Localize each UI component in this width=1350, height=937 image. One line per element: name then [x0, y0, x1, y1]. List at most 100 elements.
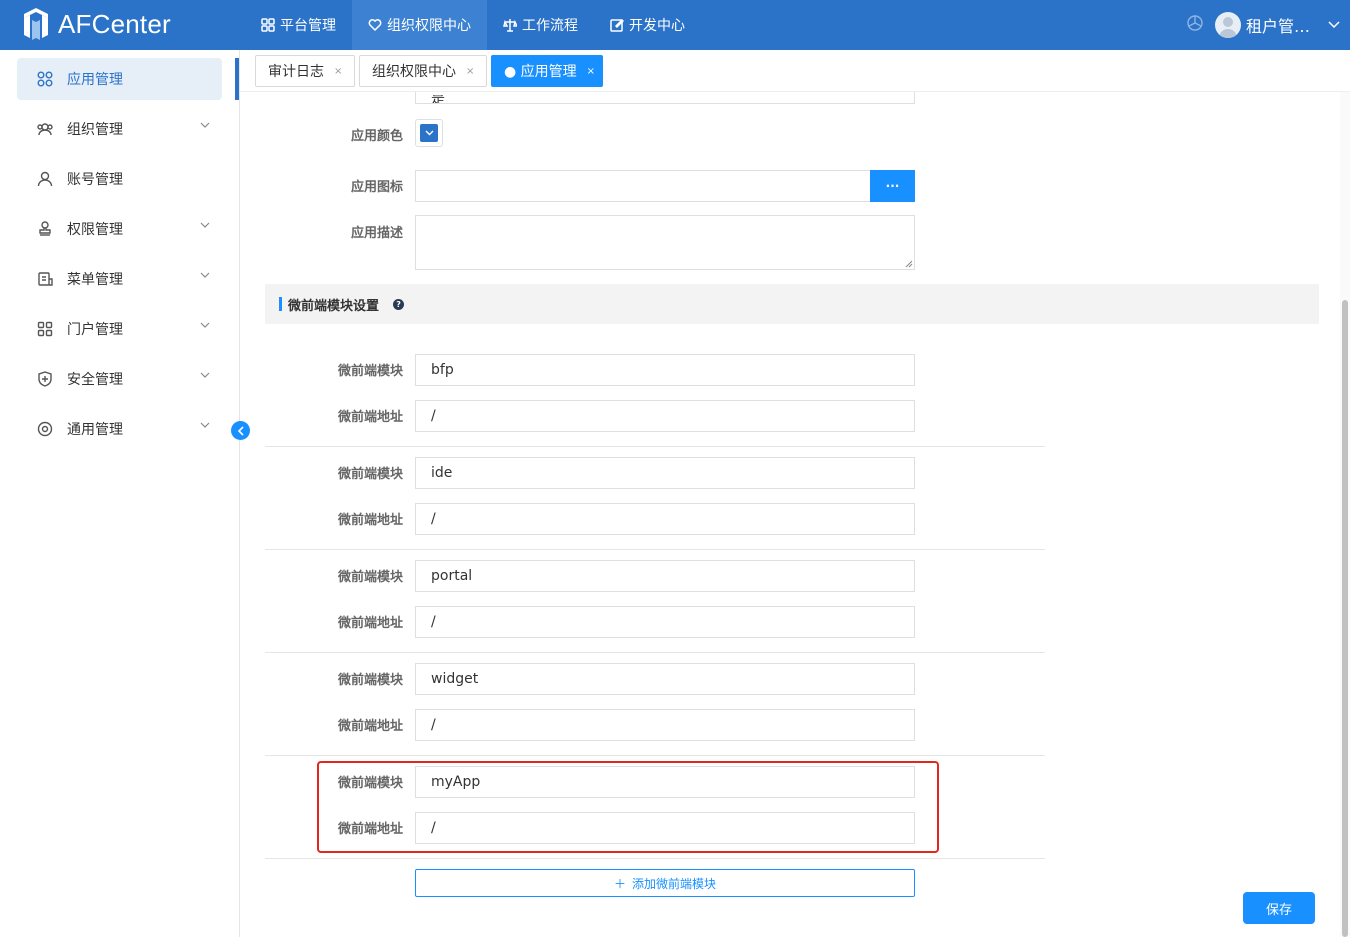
sidebar-item-label: 账号管理 [67, 172, 123, 188]
app-icon-label: 应用图标 [350, 180, 403, 195]
tab-label: 组织权限中心 [372, 64, 456, 80]
address-input[interactable]: / [415, 709, 915, 741]
module-label: 微前端模块 [337, 364, 403, 379]
sidebar-item-account-management[interactable]: 账号管理 [17, 158, 222, 200]
module-input[interactable]: ide [415, 457, 915, 489]
sidebar-item-security-management[interactable]: 安全管理 [17, 358, 222, 400]
address-input[interactable]: / [415, 503, 915, 535]
highlight-box [317, 761, 939, 853]
users-icon [37, 121, 53, 137]
module-value: portal [431, 568, 473, 584]
close-icon[interactable]: × [587, 66, 595, 77]
chevron-down-icon[interactable] [1328, 21, 1340, 29]
top-nav: 平台管理 组织权限中心 工作流程 开发中心 [245, 0, 701, 50]
module-value: bfp [431, 362, 454, 378]
partial-select-value: 是 [431, 95, 445, 103]
sidebar-item-label: 权限管理 [67, 222, 123, 238]
close-icon[interactable]: × [334, 66, 342, 77]
sidebar-item-label: 门户管理 [67, 322, 123, 338]
add-module-button[interactable]: ＋ 添加微前端模块 [415, 869, 915, 897]
chevron-down-icon [200, 222, 210, 228]
nav-label: 开发中心 [629, 18, 685, 34]
sidebar-item-label: 通用管理 [67, 422, 123, 438]
nav-label: 平台管理 [280, 18, 336, 34]
app-title: AFCenter [58, 8, 171, 39]
sidebar-item-org-management[interactable]: 组织管理 [17, 108, 222, 150]
sidebar-item-general-management[interactable]: 通用管理 [17, 408, 222, 450]
color-picker[interactable] [415, 119, 443, 147]
save-button[interactable]: 保存 [1243, 892, 1315, 924]
module-input[interactable]: portal [415, 560, 915, 592]
micro-frontend-section-header: 微前端模块设置 ? [265, 284, 1319, 324]
sidebar-item-label: 应用管理 [67, 72, 123, 88]
chevron-down-icon [200, 372, 210, 378]
edit-icon [610, 18, 624, 32]
address-input[interactable]: / [415, 400, 915, 432]
sidebar-item-label: 安全管理 [67, 372, 123, 388]
sidebar-item-menu-management[interactable]: 菜单管理 [17, 258, 222, 300]
sidebar-item-label: 组织管理 [67, 122, 123, 138]
address-value: / [431, 408, 436, 424]
address-label: 微前端地址 [337, 719, 403, 734]
app-desc-textarea[interactable] [415, 215, 915, 270]
section-accent-bar [279, 297, 282, 311]
openai-icon[interactable] [1185, 13, 1205, 37]
collapse-sidebar-button[interactable] [231, 421, 250, 440]
tab-audit-log[interactable]: 审计日志 × [255, 55, 355, 87]
nav-org-permission[interactable]: 组织权限中心 [352, 0, 487, 50]
afcenter-logo-icon [24, 8, 48, 40]
address-label: 微前端地址 [337, 616, 403, 631]
app-icon-picker-button[interactable]: ··· [870, 170, 915, 202]
chevron-down-icon [425, 130, 433, 136]
chevron-down-icon [200, 422, 210, 428]
apps-icon [37, 71, 53, 87]
chevron-down-icon [200, 322, 210, 328]
module-input[interactable]: bfp [415, 354, 915, 386]
app-desc-label: 应用描述 [350, 226, 403, 241]
module-value: widget [431, 671, 479, 687]
section-title: 微前端模块设置 [288, 298, 380, 314]
chevron-down-icon [200, 272, 210, 278]
user-menu[interactable]: 租户管… [1185, 0, 1340, 50]
address-value: / [431, 614, 436, 630]
sidebar-active-indicator [235, 58, 239, 100]
nav-platform[interactable]: 平台管理 [245, 0, 352, 50]
scrollbar-thumb[interactable] [1342, 300, 1348, 937]
user-icon [37, 171, 53, 187]
sidebar-item-portal-management[interactable]: 门户管理 [17, 308, 222, 350]
close-icon[interactable]: × [466, 66, 474, 77]
logo[interactable]: AFCenter [22, 8, 171, 40]
grid-icon [261, 18, 275, 32]
sidebar-item-app-management[interactable]: 应用管理 [17, 58, 222, 100]
sidebar: 应用管理 组织管理 账号管理 权限管理 菜单管理 门户管理 安全管理 通用管理 [0, 50, 240, 937]
stamp-icon [37, 221, 53, 237]
partial-select[interactable]: 是 [415, 92, 915, 104]
help-icon[interactable]: ? [393, 298, 405, 310]
avatar[interactable] [1214, 12, 1241, 38]
address-value: / [431, 717, 436, 733]
portal-grid-icon [37, 321, 53, 337]
add-module-label: 添加微前端模块 [632, 876, 717, 891]
address-input[interactable]: / [415, 606, 915, 638]
app-icon-input[interactable] [415, 170, 871, 202]
chevron-down-icon [200, 122, 210, 128]
address-label: 微前端地址 [337, 410, 403, 425]
workflow-icon [503, 18, 517, 32]
module-divider [265, 446, 1045, 447]
resize-handle-icon[interactable] [905, 260, 913, 268]
tab-org-permission[interactable]: 组织权限中心 × [359, 55, 487, 87]
module-divider [265, 652, 1045, 653]
save-label: 保存 [1265, 902, 1292, 918]
top-bar: AFCenter 平台管理 组织权限中心 工作流程 开发中心 租户管… [0, 0, 1350, 50]
module-input[interactable]: widget [415, 663, 915, 695]
nav-dev-center[interactable]: 开发中心 [594, 0, 701, 50]
chevron-left-icon [237, 425, 244, 436]
tab-app-management[interactable]: ● 应用管理 × [491, 55, 603, 87]
plus-icon: ＋ [613, 876, 626, 891]
sidebar-item-label: 菜单管理 [67, 272, 123, 288]
module-divider [265, 755, 1045, 756]
sidebar-item-permission-management[interactable]: 权限管理 [17, 208, 222, 250]
user-name[interactable]: 租户管… [1246, 13, 1310, 37]
nav-workflow[interactable]: 工作流程 [487, 0, 594, 50]
module-label: 微前端模块 [337, 673, 403, 688]
